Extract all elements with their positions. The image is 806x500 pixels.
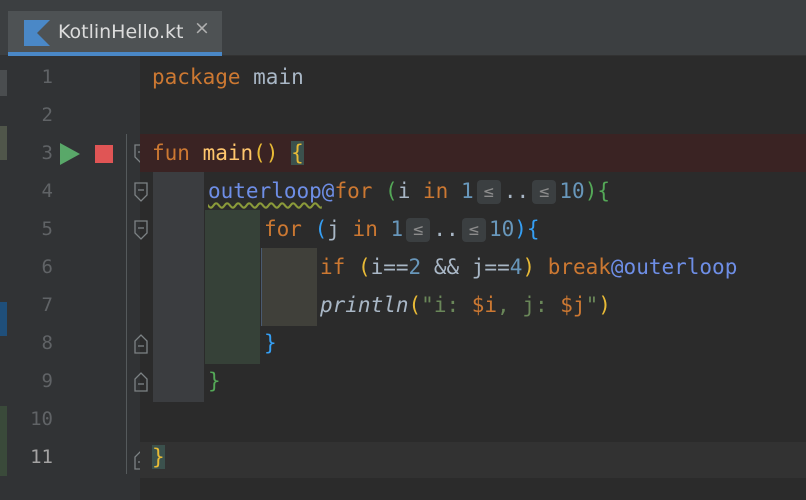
inlay-hint: ≤: [406, 218, 431, 242]
paren: (: [357, 255, 371, 279]
label: outerloop: [208, 179, 322, 203]
run-icon[interactable]: [60, 143, 80, 165]
strip-mark: [0, 126, 7, 160]
function-call: println: [320, 293, 409, 317]
indent-block: [153, 172, 204, 402]
number: 1: [377, 217, 404, 241]
paren: (: [385, 179, 398, 203]
brace: }: [208, 369, 221, 393]
string: "i:: [421, 293, 472, 317]
variable: j: [327, 217, 353, 241]
kotlin-logo-icon: [24, 20, 50, 46]
indent-block: [261, 248, 317, 326]
brace-highlighted: }: [152, 445, 165, 469]
brace: }: [264, 331, 277, 355]
brace: {: [526, 217, 540, 241]
editor-tab-bar: KotlinHello.kt ×: [0, 0, 806, 56]
inlay-hint: ≤: [461, 218, 486, 242]
stop-icon[interactable]: [95, 145, 113, 163]
string: ": [585, 293, 599, 317]
string-template: $j: [560, 293, 586, 317]
string: , j:: [497, 293, 561, 317]
keyword: for: [334, 179, 373, 203]
code-line: if (i==2 && j==4) break@outerloop: [320, 248, 737, 286]
keyword: fun: [152, 141, 190, 165]
line-number: 7: [41, 294, 53, 316]
strip-mark: [0, 70, 7, 96]
close-icon[interactable]: ×: [194, 17, 210, 39]
code-line: }: [208, 362, 221, 400]
code-editor[interactable]: package main fun main() { outerloop@for …: [140, 56, 806, 500]
line-number: 3: [41, 142, 53, 164]
code-text: i==: [370, 255, 409, 279]
indent-block: [205, 210, 260, 364]
operator: &&: [421, 255, 472, 279]
line-number: 10: [30, 408, 53, 430]
tab-title: KotlinHello.kt: [58, 21, 184, 43]
keyword: if: [320, 255, 346, 279]
tab-kotlinhello[interactable]: KotlinHello.kt ×: [8, 11, 222, 56]
number: 4: [509, 255, 523, 279]
brace: {: [597, 179, 610, 203]
function-name: main: [189, 141, 254, 165]
number: 10: [488, 217, 515, 241]
line-number: 1: [41, 66, 53, 88]
code-line: fun main() {: [152, 134, 304, 172]
number: 1: [448, 179, 474, 203]
keyword: in: [423, 179, 449, 203]
line-number: 8: [41, 332, 53, 354]
code-line: }: [152, 438, 165, 476]
range-operator: ..: [503, 179, 530, 203]
code-text: main: [240, 65, 304, 89]
inlay-hint: ≤: [476, 180, 501, 204]
paren: (): [253, 141, 279, 165]
number: 10: [559, 179, 585, 203]
variable: i: [397, 179, 423, 203]
code-text: j==: [471, 255, 510, 279]
line-number-current: 11: [30, 446, 53, 468]
code-line: for (j in 1 ≤.. ≤10){: [264, 210, 540, 248]
keyword: in: [352, 217, 378, 241]
line-number: 9: [41, 370, 53, 392]
number: 2: [408, 255, 422, 279]
keyword: package: [152, 65, 241, 89]
code-line: }: [264, 324, 277, 362]
editor-gutter: 1 2 3 4 5 6 7 8 9 10 11: [7, 56, 140, 500]
paren: ): [584, 179, 598, 203]
line-number: 4: [41, 180, 53, 202]
line-number: 6: [41, 256, 53, 278]
brace-highlighted: {: [291, 141, 304, 165]
paren: ): [522, 255, 536, 279]
string-template: $i: [471, 293, 498, 317]
keyword: for: [264, 217, 302, 241]
fold-guide-line: [126, 134, 127, 474]
line-number: 2: [41, 104, 53, 126]
paren: (: [314, 217, 328, 241]
tool-window-strip: [0, 56, 7, 500]
caret-line-highlight: [140, 442, 806, 478]
line-number: 5: [41, 218, 53, 240]
paren: ): [514, 217, 527, 241]
code-line: package main: [152, 58, 304, 96]
inlay-hint: ≤: [532, 180, 557, 204]
paren: ): [598, 293, 611, 317]
range-operator: ..: [433, 217, 459, 241]
label-at: @: [321, 179, 335, 203]
keyword: break: [547, 255, 611, 279]
code-line: outerloop@for (i in 1 ≤.. ≤10){: [208, 172, 610, 210]
code-line: println("i: $i, j: $j"): [320, 286, 611, 324]
strip-mark: [0, 406, 7, 476]
paren: (: [408, 293, 422, 317]
label: @outerloop: [610, 255, 738, 279]
strip-mark: [0, 302, 7, 336]
